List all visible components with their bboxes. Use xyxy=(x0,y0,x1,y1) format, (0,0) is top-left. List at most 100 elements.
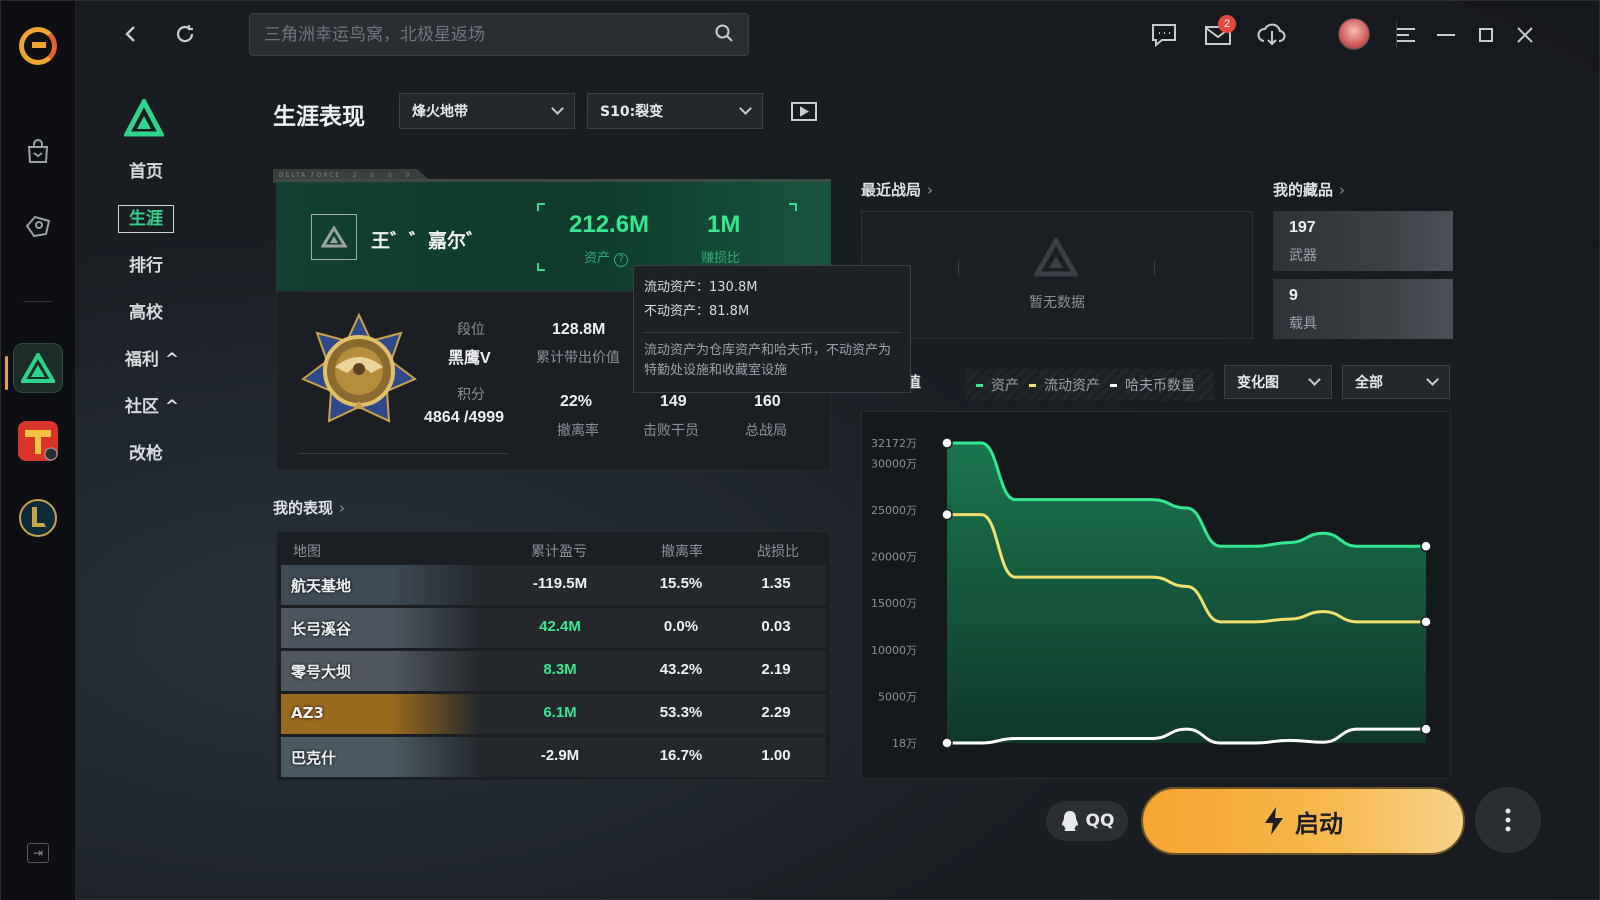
maximize-icon[interactable] xyxy=(1470,19,1502,51)
score-value: 4864 /4999 xyxy=(424,409,505,426)
extract-rate-value: 22% xyxy=(560,393,593,410)
player-badge-icon xyxy=(311,214,357,260)
tooltip-divider xyxy=(644,332,900,333)
search-input[interactable] xyxy=(264,24,714,45)
map-name: 长弓溪谷 xyxy=(291,620,352,638)
subnav-item-label: 首页 xyxy=(129,162,163,182)
user-avatar[interactable] xyxy=(1338,18,1370,50)
profit-cell: -119.5M xyxy=(532,575,588,592)
subnav-item-label: 高校 xyxy=(129,303,163,323)
collection-vehicles[interactable]: 9 载具 xyxy=(1273,279,1453,339)
kd-cell: 2.19 xyxy=(761,661,791,678)
shop-bag-icon[interactable] xyxy=(21,135,55,169)
collection-weapons[interactable]: 197 武器 xyxy=(1273,211,1453,271)
subnav-item-welfare[interactable]: 福利 ^ xyxy=(82,345,222,375)
table-row[interactable]: 长弓溪谷 42.4M 0.0% 0.03 xyxy=(281,608,826,648)
rate-cell: 16.7% xyxy=(659,747,703,764)
subnav-item-label: 排行 xyxy=(129,256,163,276)
season-select-value: S10:裂变 xyxy=(600,104,664,120)
assets-value: 212.6M xyxy=(569,211,650,238)
map-name: 航天基地 xyxy=(291,577,352,595)
subnav-item-career[interactable]: 生涯 xyxy=(76,204,216,234)
legend-item: 哈夫币数量 xyxy=(1125,378,1195,394)
table-row[interactable]: 巴克什 -2.9M 16.7% 1.00 xyxy=(281,737,826,777)
subnav-item-community[interactable]: 社区 ^ xyxy=(82,392,222,422)
performance-link[interactable]: 我的表现 › xyxy=(273,497,345,518)
total-matches-value: 160 xyxy=(754,393,781,410)
table-row[interactable]: AZ3 6.1M 53.3% 2.29 xyxy=(281,694,826,734)
subnav-item-gunsmith[interactable]: 改枪 xyxy=(76,439,216,469)
ratio-label: 赚损比 xyxy=(701,251,741,266)
y-tick-label: 30000万 xyxy=(871,457,917,470)
minimize-icon[interactable] xyxy=(1430,19,1462,51)
total-extract-label: 累计带出价值 xyxy=(536,350,620,366)
start-game-button[interactable]: 启动 xyxy=(1141,787,1465,855)
game-subnav: 首页 生涯 排行 高校 福利 ^ 社区 ^ 改枪 xyxy=(76,69,261,900)
delta-force-game-icon[interactable] xyxy=(13,343,63,393)
qq-button[interactable]: QQ xyxy=(1046,801,1128,841)
game-library-icon[interactable] xyxy=(21,209,55,243)
mail-badge: 2 xyxy=(1218,15,1236,33)
series-endpoint[interactable] xyxy=(1420,540,1432,553)
subnav-item-home[interactable]: 首页 xyxy=(76,157,216,187)
refresh-button[interactable] xyxy=(170,19,200,49)
mail-icon[interactable]: 2 xyxy=(1202,15,1236,51)
vehicles-label: 载具 xyxy=(1289,316,1317,332)
game-t-icon[interactable] xyxy=(13,416,63,466)
profit-cell: -2.9M xyxy=(540,747,580,764)
table-row[interactable]: 航天基地 -119.5M 15.5% 1.35 xyxy=(281,565,826,605)
series-endpoint[interactable] xyxy=(941,508,953,521)
frame-corner xyxy=(537,263,545,271)
collection-title: 我的藏品 xyxy=(1273,181,1334,199)
subnav-item-label: 改枪 xyxy=(129,444,163,464)
series-endpoint[interactable] xyxy=(941,437,953,449)
search-icon[interactable] xyxy=(714,23,734,47)
kd-cell: 1.35 xyxy=(761,575,791,592)
back-button[interactable] xyxy=(116,19,146,49)
season-select[interactable]: S10:裂变 xyxy=(587,93,763,129)
chevron-down-icon xyxy=(551,102,564,115)
menu-icon[interactable] xyxy=(1390,19,1422,51)
close-icon[interactable] xyxy=(1509,19,1541,51)
assets-label[interactable]: 资产 ? xyxy=(584,247,629,267)
game-league-icon[interactable] xyxy=(13,493,63,543)
performance-title: 我的表现 xyxy=(273,499,334,517)
app-window: ⇥ 2 xyxy=(0,0,1600,900)
chart-legend: 资产 流动资产 哈夫币数量 xyxy=(966,369,1214,401)
subnav-item-college[interactable]: 高校 xyxy=(76,298,216,328)
recent-matches-link[interactable]: 最近战局 › xyxy=(861,179,933,200)
assets-tooltip: 流动资产：130.8M 不动资产：81.8M 流动资产为仓库资产和哈夫币，不动资… xyxy=(633,265,911,393)
mode-select-value: 烽火地带 xyxy=(412,104,468,120)
rate-cell: 15.5% xyxy=(659,575,703,592)
chat-icon[interactable] xyxy=(1148,19,1180,51)
series-endpoint[interactable] xyxy=(1420,616,1432,628)
chevron-right-icon: › xyxy=(1339,181,1346,199)
subnav-item-label: 社区 ^ xyxy=(124,397,180,417)
series-endpoint[interactable] xyxy=(1420,723,1432,735)
y-tick-label: 18万 xyxy=(892,737,917,750)
kd-cell: 0.03 xyxy=(761,618,791,635)
weapons-label: 武器 xyxy=(1289,248,1317,264)
rank-label: 段位 xyxy=(457,322,485,338)
asset-chart[interactable]: 32172万 30000万 25000万 20000万 15000万 10000万 5000… xyxy=(861,411,1451,779)
chart-view-select[interactable]: 变化图 xyxy=(1224,365,1332,399)
download-icon[interactable] xyxy=(1256,19,1288,51)
tooltip-liquid: 流动资产：130.8M xyxy=(644,280,758,295)
more-options-button[interactable] xyxy=(1475,787,1541,853)
collection-link[interactable]: 我的藏品 › xyxy=(1273,179,1345,200)
collapse-sidebar-icon[interactable]: ⇥ xyxy=(27,843,49,863)
mode-select[interactable]: 烽火地带 xyxy=(399,93,575,129)
share-card-button[interactable] xyxy=(791,99,817,125)
map-name: 巴克什 xyxy=(291,749,337,767)
subnav-item-ranking[interactable]: 排行 xyxy=(76,251,216,281)
chart-range-select[interactable]: 全部 xyxy=(1342,365,1450,399)
frame-corner xyxy=(789,203,797,211)
chevron-down-icon xyxy=(739,102,752,115)
frame-corner xyxy=(958,260,959,276)
help-icon[interactable]: ? xyxy=(614,253,629,267)
table-row[interactable]: 零号大坝 8.3M 43.2% 2.19 xyxy=(281,651,826,691)
search-box[interactable] xyxy=(249,13,749,56)
left-rail: ⇥ xyxy=(1,1,76,900)
series-endpoint[interactable] xyxy=(941,737,953,749)
extract-rate-label: 撤离率 xyxy=(557,423,599,439)
